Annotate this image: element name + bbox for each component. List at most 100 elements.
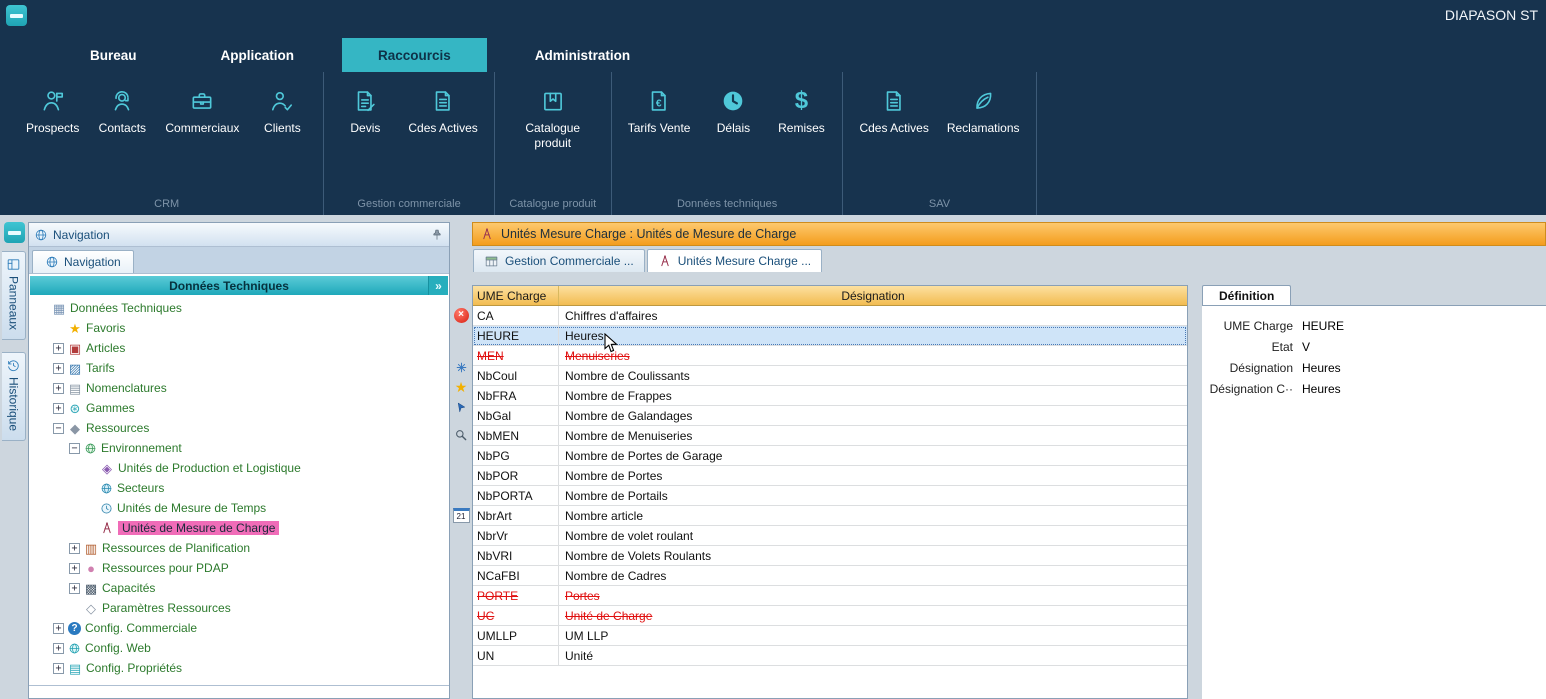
tree-item-gammes[interactable]: +⊛Gammes [29,398,449,418]
tree-expander-expand[interactable]: + [69,563,80,574]
side-tab-panneaux[interactable]: Panneaux [2,251,26,340]
table-row-nbpor[interactable]: NbPORNombre de Portes [473,466,1187,486]
tree-item-articles[interactable]: +▣Articles [29,338,449,358]
tree-item-favoris[interactable]: ★Favoris [29,318,449,338]
data-grid-icon: ▦ [52,302,66,315]
config-commercial-icon: ? [68,622,81,635]
ribbon-group-label: Données techniques [626,196,829,215]
column-header-ume-charge[interactable]: UME Charge [473,286,559,305]
charge-unit-icon [658,254,672,268]
tree-expander-expand[interactable]: + [69,583,80,594]
tree-item-config-proprietes[interactable]: +▤Config. Propriétés [29,658,449,678]
pin-icon[interactable] [430,228,444,242]
ribbon-group-label: Gestion commerciale [338,196,479,215]
prospects-icon [40,86,66,116]
ribbon-item-reclamations[interactable]: Reclamations [945,84,1022,138]
table-row-nbvri[interactable]: NbVRINombre de Volets Roulants [473,546,1187,566]
tree-expander-expand[interactable]: + [53,383,64,394]
ribbon-item-delais[interactable]: Délais [706,84,760,138]
tree-item-ressources[interactable]: −◆Ressources [29,418,449,438]
tree-item-ressources-de-planification[interactable]: +▥Ressources de Planification [29,538,449,558]
cell-designation: Nombre de Portes [559,466,1187,485]
tree-expander-expand[interactable]: + [53,623,64,634]
calendar-button[interactable]: 21 [452,506,470,524]
table-row-nbrart[interactable]: NbrArtNombre article [473,506,1187,526]
tree-item-capacites[interactable]: +▩Capacités [29,578,449,598]
ribbon-item-label: Contacts [99,121,146,136]
ribbon-tab-bureau[interactable]: Bureau [54,38,173,72]
tree-expander-expand[interactable]: + [53,643,64,654]
search-button[interactable] [452,426,470,444]
ribbon-content: ProspectsContactsCommerciauxClients CRM … [0,72,1546,215]
tree-header-label: Données Techniques [30,279,428,293]
side-tab-historique[interactable]: Historique [2,352,26,441]
document-tab-unites-mesure-charge[interactable]: Unités Mesure Charge ... [647,249,822,272]
ribbon-tab-administration[interactable]: Administration [499,38,666,72]
tree-item-unites-de-mesure-de-temps[interactable]: Unités de Mesure de Temps [29,498,449,518]
favorite-button[interactable]: ★ [452,378,470,396]
table-row-men[interactable]: MENMenuiseries [473,346,1187,366]
tree-expander-expand[interactable]: + [53,403,64,414]
filter-button[interactable] [452,358,470,376]
tree-expander-expand[interactable]: + [69,543,80,554]
collapse-button[interactable]: » [428,276,448,295]
tree-item-config-commerciale[interactable]: +?Config. Commerciale [29,618,449,638]
table-row-nbgal[interactable]: NbGalNombre de Galandages [473,406,1187,426]
field-value: Heures [1302,361,1341,375]
tree-item-nomenclatures[interactable]: +▤Nomenclatures [29,378,449,398]
tree-expander-expand[interactable]: + [53,663,64,674]
tree-expander-collapse[interactable]: − [53,423,64,434]
tree-item-ressources-pour-pdap[interactable]: +●Ressources pour PDAP [29,558,449,578]
ribbon-item-tarifs-vente[interactable]: €Tarifs Vente [626,84,693,138]
tree-item-parametres-ressources[interactable]: ◇Paramètres Ressources [29,598,449,618]
table-row-un[interactable]: UNUnité [473,646,1187,666]
table-row-nbrvr[interactable]: NbrVrNombre de volet roulant [473,526,1187,546]
tree-item-unites-de-production-et-logistique[interactable]: ◈Unités de Production et Logistique [29,458,449,478]
tree-expander-collapse[interactable]: − [69,443,80,454]
tree-item-label: Secteurs [117,481,164,495]
tree-item-secteurs[interactable]: Secteurs [29,478,449,498]
tab-navigation[interactable]: Navigation [32,250,134,273]
ribbon-item-prospects[interactable]: Prospects [24,84,81,138]
table-row-ncafbi[interactable]: NCaFBINombre de Cadres [473,566,1187,586]
close-button[interactable]: × [452,306,470,324]
ribbon-item-label: Cdes Actives [859,121,928,136]
tree-item-environnement[interactable]: −Environnement [29,438,449,458]
grid-toolbar: × ★ 21 [450,222,472,699]
app-logo-icon[interactable] [4,222,25,243]
document-tabs: Gestion Commerciale ...Unités Mesure Cha… [472,246,1546,272]
ribbon-item-remises[interactable]: $Remises [774,84,828,138]
ribbon-tab-application[interactable]: Application [185,38,331,72]
tree-item-tarifs[interactable]: +▨Tarifs [29,358,449,378]
tree-item-config-web[interactable]: +Config. Web [29,638,449,658]
ribbon-item-commerciaux[interactable]: Commerciaux [163,84,241,138]
table-row-umllp[interactable]: UMLLPUM LLP [473,626,1187,646]
table-row-nbcoul[interactable]: NbCoulNombre de Coulissants [473,366,1187,386]
ribbon-item-clients[interactable]: Clients [255,84,309,138]
ribbon-item-contacts[interactable]: Contacts [95,84,149,138]
tree-expander-expand[interactable]: + [53,343,64,354]
ribbon-item-catalogue-produit[interactable]: Catalogue produit [509,84,597,153]
tree-item-donnees-techniques[interactable]: ▦Données Techniques [29,298,449,318]
cell-code: PORTE [473,586,559,605]
ribbon-item-cdes-actives[interactable]: Cdes Actives [857,84,930,138]
clients-icon [269,86,295,116]
ribbon-tab-raccourcis[interactable]: Raccourcis [342,38,487,72]
table-row-porte[interactable]: PORTEPortes [473,586,1187,606]
table-row-nbpg[interactable]: NbPGNombre de Portes de Garage [473,446,1187,466]
table-row-ca[interactable]: CAChiffres d'affaires [473,306,1187,326]
ribbon-item-devis[interactable]: Devis [338,84,392,138]
tab-definition[interactable]: Définition [1202,285,1291,305]
document-tab-gestion-commerciale[interactable]: Gestion Commerciale ... [473,249,645,272]
ribbon-item-cdes-actives[interactable]: Cdes Actives [406,84,479,138]
tree-item-unites-de-mesure-de-charge[interactable]: Unités de Mesure de Charge [29,518,449,538]
table-row-nbporta[interactable]: NbPORTANombre de Portails [473,486,1187,506]
table-row-nbmen[interactable]: NbMENNombre de Menuiseries [473,426,1187,446]
column-header-designation[interactable]: Désignation [559,286,1187,305]
cell-code: NbrVr [473,526,559,545]
table-row-heure[interactable]: HEUREHeures [473,326,1187,346]
pointer-button[interactable] [452,398,470,416]
table-row-uc[interactable]: UCUnité de Charge [473,606,1187,626]
table-row-nbfra[interactable]: NbFRANombre de Frappes [473,386,1187,406]
tree-expander-expand[interactable]: + [53,363,64,374]
